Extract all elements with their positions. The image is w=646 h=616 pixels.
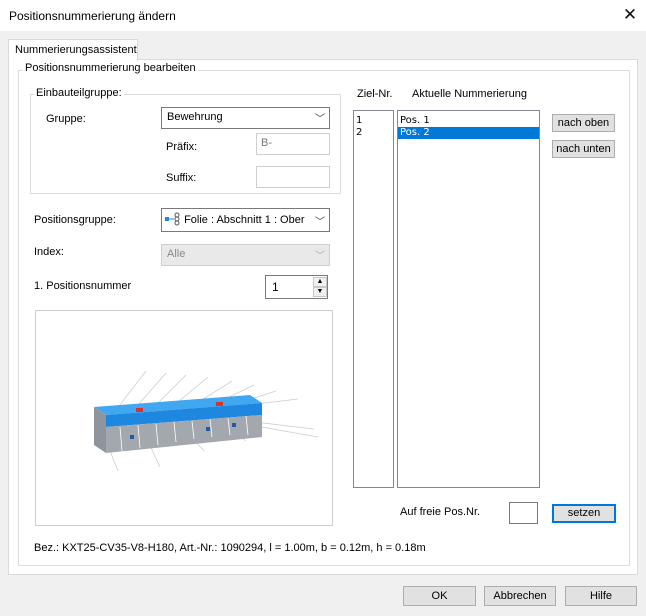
- move-down-button[interactable]: nach unten: [552, 140, 615, 158]
- list-item[interactable]: Pos. 1: [398, 115, 539, 127]
- layer-group-icon: [165, 212, 180, 226]
- target-number-list[interactable]: 1 2: [353, 110, 394, 488]
- suffix-label: Suffix:: [166, 172, 197, 184]
- free-pos-field[interactable]: [509, 502, 538, 524]
- article-description: Bez.: KXT25-CV35-V8-H180, Art.-Nr.: 1090…: [34, 542, 426, 554]
- cancel-button[interactable]: Abbrechen: [484, 586, 556, 606]
- rebar-beam-illustration: [94, 370, 319, 472]
- list-item-selected[interactable]: Pos. 2: [398, 127, 539, 139]
- list-item[interactable]: 2: [354, 127, 393, 139]
- arrow-up-icon[interactable]: ▲: [313, 277, 327, 287]
- group-label: Gruppe:: [46, 113, 86, 125]
- list-item[interactable]: 1: [354, 115, 393, 127]
- component-group-label: Einbauteilgruppe:: [34, 87, 124, 99]
- prefix-value: B-: [261, 137, 272, 149]
- index-value: Alle: [167, 248, 186, 260]
- arrow-down-icon[interactable]: ▼: [313, 287, 327, 297]
- prefix-label: Präfix:: [166, 141, 198, 153]
- current-numbering-list[interactable]: Pos. 1 Pos. 2: [397, 110, 540, 488]
- current-numbering-header: Aktuelle Nummerierung: [412, 88, 527, 100]
- window-title: Positionsnummerierung ändern: [9, 9, 176, 23]
- move-up-button[interactable]: nach oben: [552, 114, 615, 132]
- chevron-down-icon: ﹀: [315, 114, 325, 125]
- suffix-field[interactable]: [256, 166, 330, 188]
- first-position-spinner[interactable]: 1 ▲ ▼: [265, 275, 328, 299]
- index-dropdown[interactable]: Alle ﹀: [161, 244, 330, 266]
- prefix-field[interactable]: B-: [256, 133, 330, 155]
- help-button[interactable]: Hilfe: [565, 586, 637, 606]
- position-group-dropdown[interactable]: Folie : Abschnitt 1 : Ober ﹀: [161, 208, 330, 232]
- chevron-down-icon: ﹀: [315, 251, 325, 262]
- target-number-header: Ziel-Nr.: [357, 88, 393, 100]
- first-position-label: 1. Positionsnummer: [34, 280, 132, 292]
- group-dropdown-value: Bewehrung: [167, 111, 223, 123]
- first-position-value: 1: [272, 280, 279, 294]
- ok-button[interactable]: OK: [403, 586, 476, 606]
- tab-nummerierungsassistent[interactable]: Nummerierungsassistent: [8, 39, 138, 61]
- position-group-label: Positionsgruppe:: [34, 214, 116, 226]
- free-pos-label: Auf freie Pos.Nr.: [400, 506, 481, 518]
- edit-numbering-group-label: Positionsnummerierung bearbeiten: [23, 62, 198, 74]
- index-label: Index:: [34, 246, 64, 258]
- group-dropdown[interactable]: Bewehrung ﹀: [161, 107, 330, 129]
- preview-3d: [35, 310, 333, 526]
- close-icon[interactable]: ✕: [619, 4, 641, 26]
- set-button[interactable]: setzen: [552, 504, 616, 523]
- position-group-value: Folie : Abschnitt 1 : Ober: [184, 214, 305, 226]
- chevron-down-icon: ﹀: [315, 217, 325, 228]
